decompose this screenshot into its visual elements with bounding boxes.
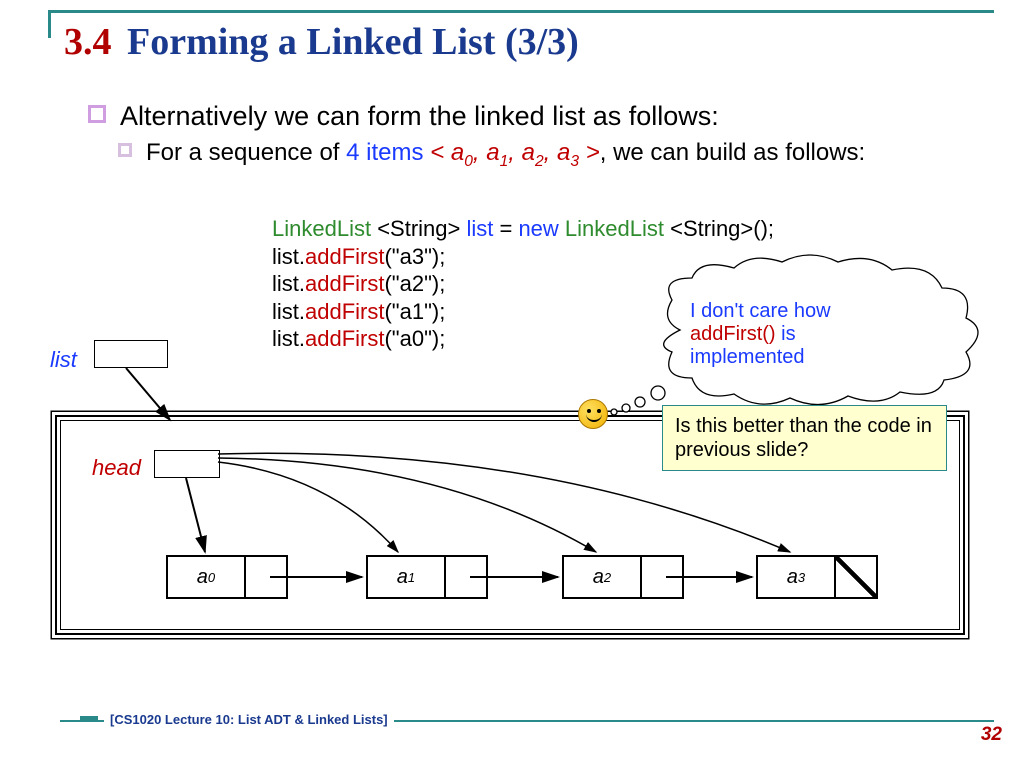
bullet1-text: Alternatively we can form the linked lis… (120, 100, 719, 132)
bullet2-text: For a sequence of 4 items < a0, a1, a2, … (146, 140, 865, 170)
code-call: list.addFirst("a2"); (272, 270, 774, 298)
title-text: Forming a Linked List (3/3) (127, 21, 579, 63)
smiley-icon (578, 399, 608, 429)
node-a0: a0 (166, 555, 288, 599)
bullet-level-1: Alternatively we can form the linked lis… (88, 100, 974, 132)
top-rule-corner (48, 10, 51, 38)
top-rule (48, 10, 994, 13)
node-a1: a1 (366, 555, 488, 599)
slide: 3.4 Forming a Linked List (3/3) Alternat… (0, 0, 1024, 768)
list-label: list (50, 347, 77, 373)
bullet-level-2: For a sequence of 4 items < a0, a1, a2, … (118, 140, 974, 170)
head-pointer-box (154, 450, 220, 478)
thought-bubble-text: I don't care how addFirst() is implement… (690, 300, 920, 369)
code-declaration: LinkedList <String> list = new LinkedLis… (272, 215, 774, 243)
slide-title: 3.4 Forming a Linked List (3/3) (64, 20, 579, 64)
question-callout: Is this better than the code in previous… (662, 405, 947, 471)
list-variable-box (94, 340, 168, 368)
bullet-list: Alternatively we can form the linked lis… (88, 100, 974, 170)
node-a2: a2 (562, 555, 684, 599)
node-a3: a3 (756, 555, 878, 599)
footer-text: [CS1020 Lecture 10: List ADT & Linked Li… (104, 712, 394, 727)
code-call: list.addFirst("a3"); (272, 243, 774, 271)
head-label: head (92, 455, 141, 481)
bullet-icon (118, 143, 132, 157)
section-number: 3.4 (64, 21, 112, 63)
page-number: 32 (981, 724, 1002, 746)
footer-dash (80, 716, 98, 721)
bullet-icon (88, 105, 106, 123)
